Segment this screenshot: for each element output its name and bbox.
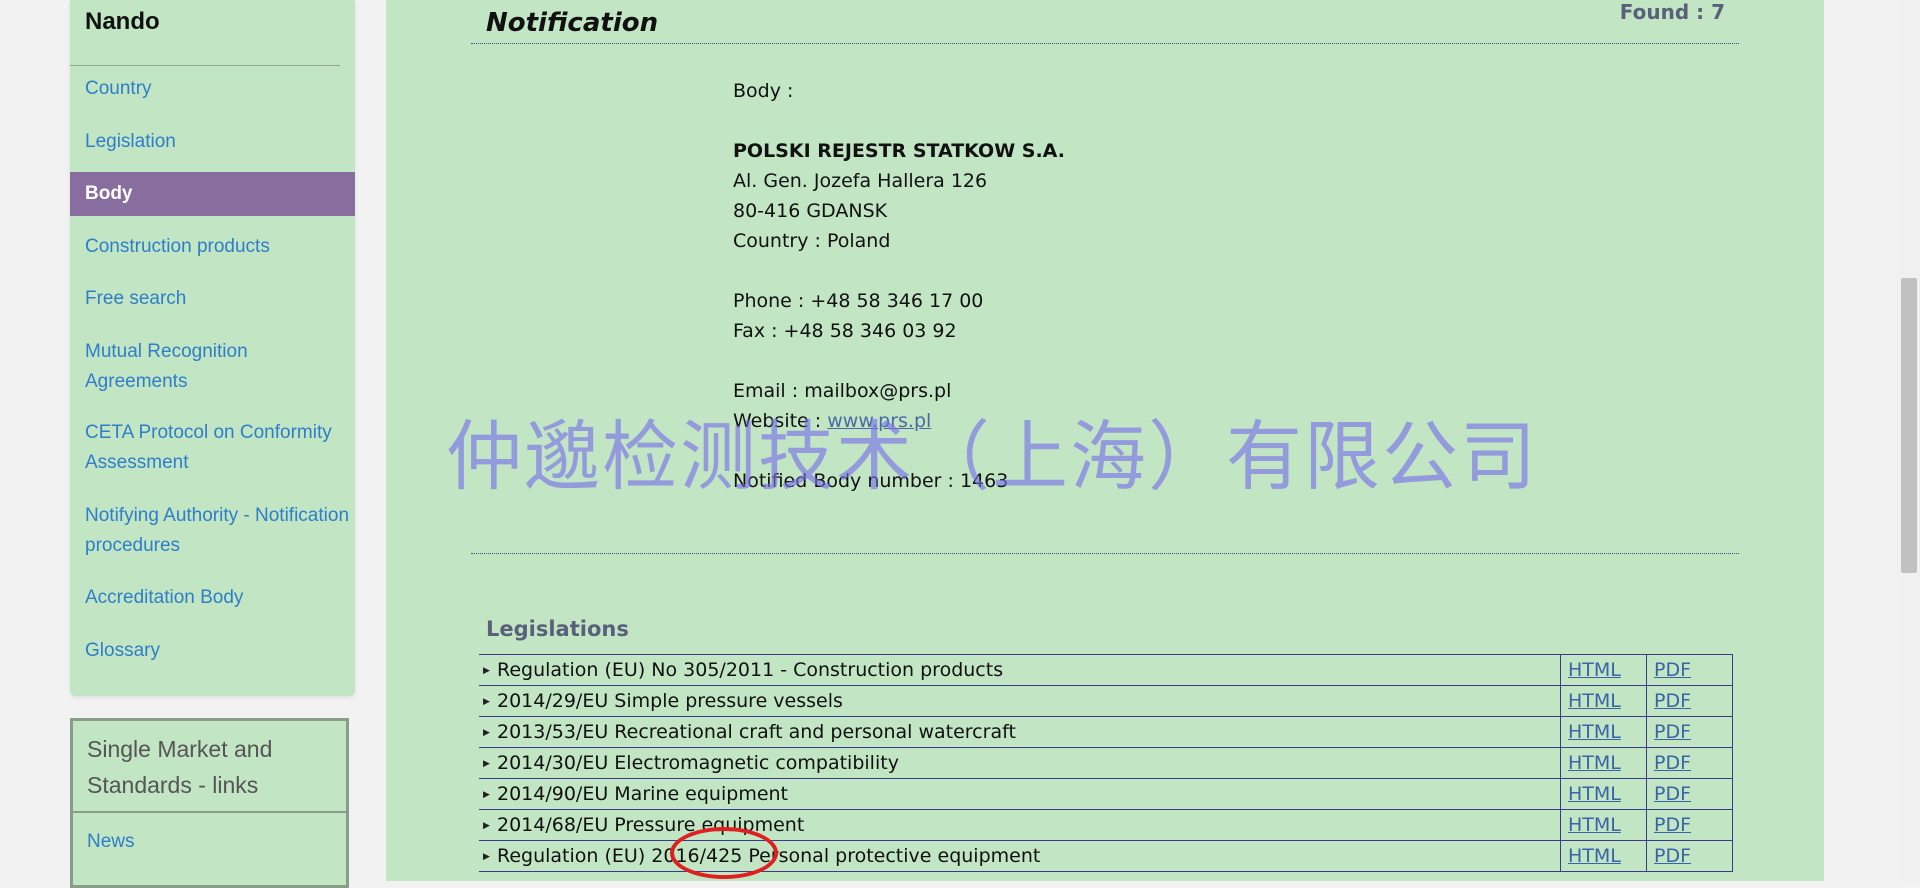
legislation-row: ▶ Regulation (EU) 2016/425 Personal prote…: [479, 840, 1733, 872]
pdf-link[interactable]: PDF: [1654, 752, 1691, 774]
html-link[interactable]: HTML: [1568, 845, 1621, 867]
pdf-link[interactable]: PDF: [1654, 845, 1691, 867]
sidebar-item-country[interactable]: Country: [70, 74, 355, 104]
notified-body-number: Notified Body number : 1463: [733, 470, 1009, 492]
legislation-label: 2014/90/EU Marine equipment: [497, 783, 789, 805]
header-divider: [471, 43, 1739, 44]
pdf-cell: PDF: [1646, 778, 1733, 810]
html-cell: HTML: [1560, 654, 1647, 686]
sidebar-item-mutual-recognition[interactable]: Mutual Recognition Agreements: [70, 337, 330, 397]
address-line-1: Al. Gen. Jozefa Hallera 126: [733, 170, 988, 192]
legislation-name[interactable]: ▶ Regulation (EU) No 305/2011 - Construct…: [479, 654, 1561, 686]
address-line-2: 80-416 GDANSK: [733, 200, 888, 222]
html-cell: HTML: [1560, 809, 1647, 841]
html-cell: HTML: [1560, 778, 1647, 810]
legislations-table: ▶ Regulation (EU) No 305/2011 - Construct…: [479, 654, 1733, 872]
legislations-title: Legislations: [486, 617, 629, 641]
sidebar-divider: [70, 65, 340, 66]
html-cell: HTML: [1560, 840, 1647, 872]
sidebar-item-free-search[interactable]: Free search: [70, 284, 355, 314]
html-link[interactable]: HTML: [1568, 659, 1621, 681]
html-link[interactable]: HTML: [1568, 783, 1621, 805]
legislation-label: 2014/30/EU Electromagnetic compatibility: [497, 752, 899, 774]
body-divider: [471, 553, 1739, 554]
sidebar-item-glossary[interactable]: Glossary: [70, 636, 355, 666]
pdf-link[interactable]: PDF: [1654, 690, 1691, 712]
sidebar-item-ceta-protocol[interactable]: CETA Protocol on Conformity Assessment: [70, 418, 355, 478]
country-line: Country : Poland: [733, 230, 891, 252]
pdf-cell: PDF: [1646, 716, 1733, 748]
body-name: POLSKI REJESTR STATKOW S.A.: [733, 140, 1065, 162]
fax-line: Fax : +48 58 346 03 92: [733, 320, 957, 342]
legislation-row: ▶ 2014/30/EU Electromagnetic compatibilit…: [479, 747, 1733, 779]
html-link[interactable]: HTML: [1568, 721, 1621, 743]
legislation-name[interactable]: ▶ 2013/53/EU Recreational craft and perso…: [479, 716, 1561, 748]
pdf-link[interactable]: PDF: [1654, 721, 1691, 743]
sidebar-item-body[interactable]: Body: [70, 172, 355, 216]
sidebar: Nando Country Legislation Body Construct…: [70, 0, 355, 696]
pdf-link[interactable]: PDF: [1654, 659, 1691, 681]
legislation-label: 2014/68/EU Pressure equipment: [497, 814, 805, 836]
sidebar-item-notifying-authority[interactable]: Notifying Authority - Notification proce…: [70, 501, 350, 561]
website-label: Website :: [733, 410, 822, 432]
pdf-link[interactable]: PDF: [1654, 783, 1691, 805]
sidebar-item-legislation[interactable]: Legislation: [70, 127, 355, 157]
email-line: Email : mailbox@prs.pl: [733, 380, 952, 402]
legislation-name[interactable]: ▶ 2014/29/EU Simple pressure vessels: [479, 685, 1561, 717]
phone-line: Phone : +48 58 346 17 00: [733, 290, 984, 312]
html-link[interactable]: HTML: [1568, 690, 1621, 712]
sidebar-item-construction-products[interactable]: Construction products: [70, 232, 355, 262]
pdf-cell: PDF: [1646, 685, 1733, 717]
legislation-name[interactable]: ▶ 2014/90/EU Marine equipment: [479, 778, 1561, 810]
pdf-link[interactable]: PDF: [1654, 814, 1691, 836]
links-box-divider: [73, 811, 346, 813]
news-link[interactable]: News: [87, 831, 135, 853]
legislation-label: 2013/53/EU Recreational craft and person…: [497, 721, 1016, 743]
pdf-cell: PDF: [1646, 747, 1733, 779]
sidebar-item-accreditation-body[interactable]: Accreditation Body: [70, 583, 355, 613]
pdf-cell: PDF: [1646, 809, 1733, 841]
body-label: Body :: [733, 80, 794, 102]
expand-arrow-icon[interactable]: ▶: [483, 728, 497, 738]
scrollbar[interactable]: [1897, 0, 1920, 881]
links-box-title: Single Market and Standards - links: [87, 736, 273, 798]
legislation-label: Regulation (EU) No 305/2011 - Constructi…: [497, 659, 1004, 681]
website-line: Website : www.prs.pl: [733, 406, 1065, 436]
expand-arrow-icon[interactable]: ▶: [483, 697, 497, 707]
body-details: Body : POLSKI REJESTR STATKOW S.A. Al. G…: [733, 76, 1065, 496]
expand-arrow-icon[interactable]: ▶: [483, 790, 497, 800]
legislation-name[interactable]: ▶ 2014/68/EU Pressure equipment: [479, 809, 1561, 841]
legislation-row: ▶ 2014/68/EU Pressure equipment HTML PDF: [479, 809, 1733, 841]
links-box: Single Market and Standards - links News: [70, 718, 349, 888]
legislation-row: ▶ Regulation (EU) No 305/2011 - Construct…: [479, 654, 1733, 686]
html-link[interactable]: HTML: [1568, 752, 1621, 774]
html-cell: HTML: [1560, 716, 1647, 748]
found-count: Found : 7: [1619, 0, 1725, 24]
html-cell: HTML: [1560, 747, 1647, 779]
legislation-row: ▶ 2014/29/EU Simple pressure vessels HTML P…: [479, 685, 1733, 717]
scrollbar-thumb[interactable]: [1901, 278, 1917, 573]
expand-arrow-icon[interactable]: ▶: [483, 821, 497, 831]
legislation-row: ▶ 2013/53/EU Recreational craft and perso…: [479, 716, 1733, 748]
legislation-name[interactable]: ▶ Regulation (EU) 2016/425 Personal prote…: [479, 840, 1561, 872]
main-panel: Notification Found : 7 Body : POLSKI REJ…: [386, 0, 1824, 881]
html-cell: HTML: [1560, 685, 1647, 717]
page-title: Notification: [486, 8, 659, 38]
expand-arrow-icon[interactable]: ▶: [483, 759, 497, 769]
expand-arrow-icon[interactable]: ▶: [483, 852, 497, 862]
pdf-cell: PDF: [1646, 840, 1733, 872]
legislation-row: ▶ 2014/90/EU Marine equipment HTML PDF: [479, 778, 1733, 810]
legislation-name[interactable]: ▶ 2014/30/EU Electromagnetic compatibilit…: [479, 747, 1561, 779]
html-link[interactable]: HTML: [1568, 814, 1621, 836]
legislation-label: 2014/29/EU Simple pressure vessels: [497, 690, 843, 712]
expand-arrow-icon[interactable]: ▶: [483, 666, 497, 676]
sidebar-title: Nando: [85, 8, 160, 35]
legislation-label: Regulation (EU) 2016/425 Personal protec…: [497, 845, 1041, 867]
website-link[interactable]: www.prs.pl: [827, 410, 931, 432]
pdf-cell: PDF: [1646, 654, 1733, 686]
